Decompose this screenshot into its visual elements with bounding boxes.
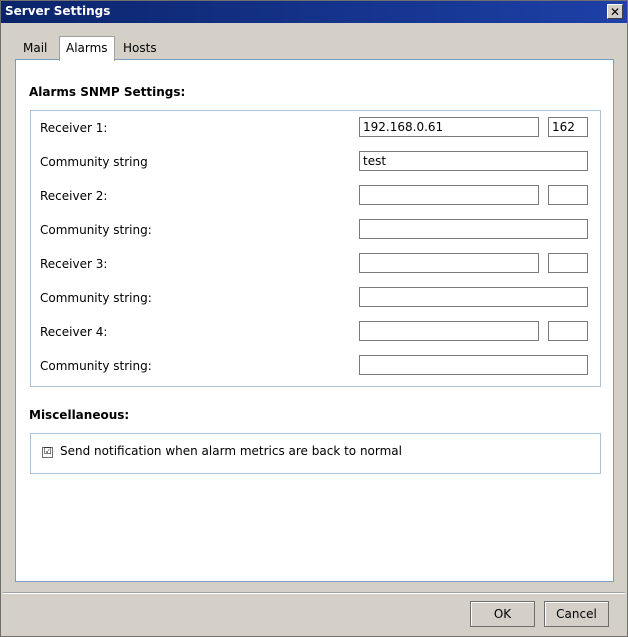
receiver-1-label: Receiver 1: bbox=[40, 121, 108, 135]
receiver-1-port-input[interactable] bbox=[548, 117, 588, 137]
community-string-2-label: Community string: bbox=[40, 223, 152, 237]
receiver-2-address-input[interactable] bbox=[359, 185, 539, 205]
community-string-2-input[interactable] bbox=[359, 219, 588, 239]
receiver-1-address-input[interactable] bbox=[359, 117, 539, 137]
receiver-3-label: Receiver 3: bbox=[40, 257, 108, 271]
footer-divider bbox=[3, 592, 625, 594]
receiver-2-label: Receiver 2: bbox=[40, 189, 108, 203]
community-string-3-input[interactable] bbox=[359, 287, 588, 307]
misc-group: ☑ Send notification when alarm metrics a… bbox=[30, 433, 601, 474]
community-string-1-label: Community string bbox=[40, 155, 148, 169]
cancel-button[interactable]: Cancel bbox=[544, 601, 609, 627]
server-settings-dialog: Server Settings ✕ Mail Alarms Hosts Alar… bbox=[0, 0, 628, 637]
community-string-3-label: Community string: bbox=[40, 291, 152, 305]
receiver-4-label: Receiver 4: bbox=[40, 325, 108, 339]
community-string-4-label: Community string: bbox=[40, 359, 152, 373]
snmp-settings-group: Receiver 1: Community string Receiver 2:… bbox=[30, 110, 601, 387]
receiver-3-address-input[interactable] bbox=[359, 253, 539, 273]
community-string-4-input[interactable] bbox=[359, 355, 588, 375]
receiver-4-port-input[interactable] bbox=[548, 321, 588, 341]
receiver-2-port-input[interactable] bbox=[548, 185, 588, 205]
receiver-4-address-input[interactable] bbox=[359, 321, 539, 341]
alarms-tab-panel: Alarms SNMP Settings: Receiver 1: Commun… bbox=[15, 59, 614, 582]
ok-button[interactable]: OK bbox=[470, 601, 535, 627]
misc-section-title: Miscellaneous: bbox=[29, 408, 130, 422]
close-button[interactable]: ✕ bbox=[607, 4, 623, 19]
title-bar[interactable]: Server Settings ✕ bbox=[1, 1, 627, 23]
tab-mail[interactable]: Mail bbox=[17, 39, 53, 59]
snmp-section-title: Alarms SNMP Settings: bbox=[29, 85, 186, 99]
notify-normal-label[interactable]: Send notification when alarm metrics are… bbox=[60, 444, 402, 458]
close-icon: ✕ bbox=[609, 5, 621, 19]
community-string-1-input[interactable] bbox=[359, 151, 588, 171]
receiver-3-port-input[interactable] bbox=[548, 253, 588, 273]
checkmark-icon: ☑ bbox=[43, 447, 52, 457]
tab-alarms[interactable]: Alarms bbox=[59, 36, 115, 61]
window-title: Server Settings bbox=[5, 4, 111, 18]
notify-normal-checkbox[interactable]: ☑ bbox=[42, 447, 53, 458]
tab-hosts[interactable]: Hosts bbox=[117, 39, 163, 59]
